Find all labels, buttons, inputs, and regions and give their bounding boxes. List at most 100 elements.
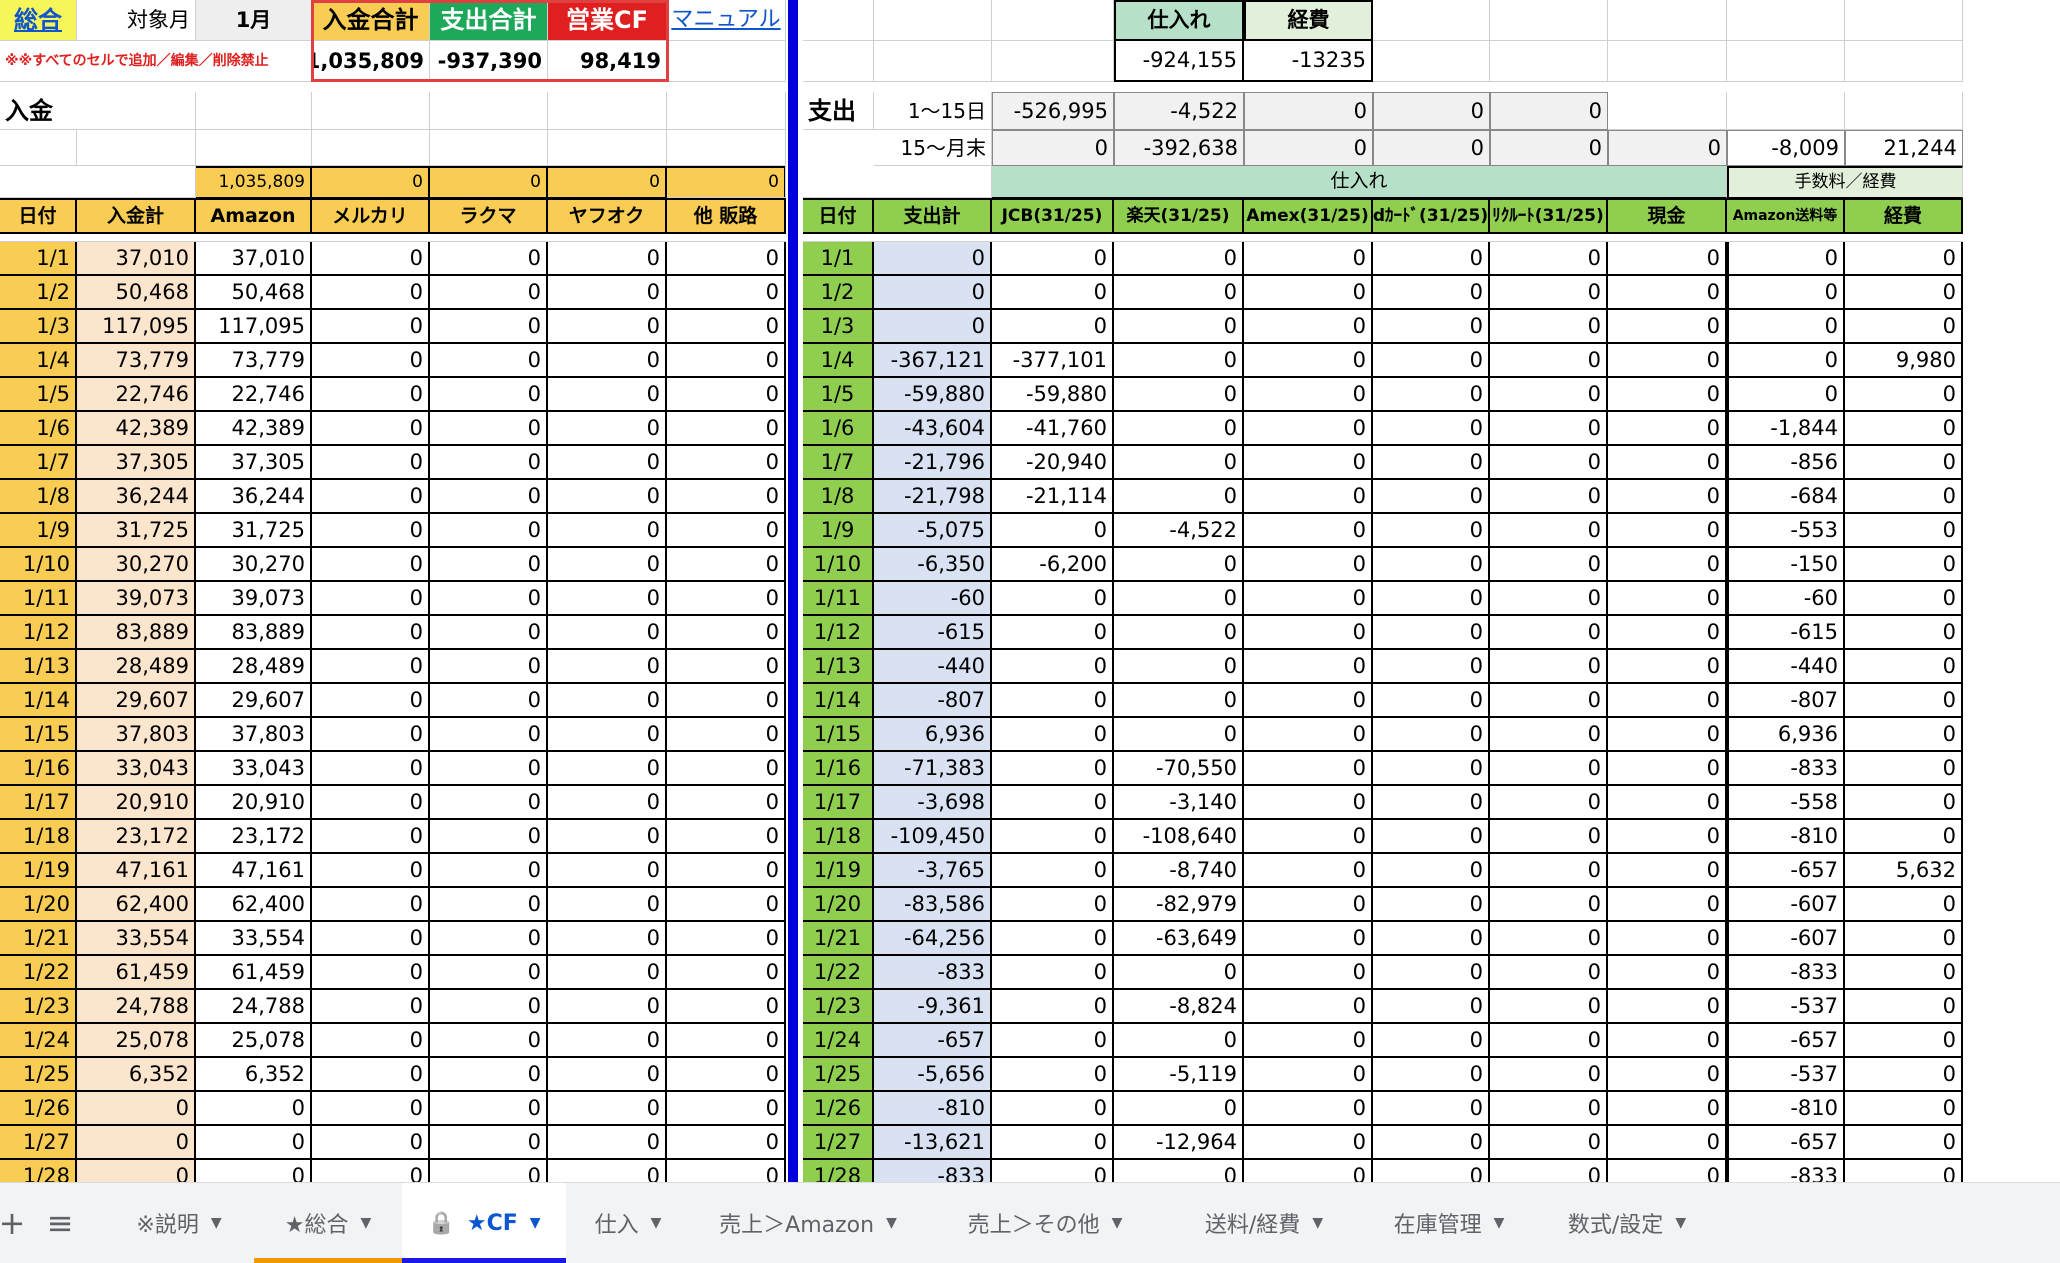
empty-cell[interactable] [667,130,786,166]
expense-cell[interactable]: 0 [1244,956,1373,990]
expense-cell[interactable]: 0 [1490,820,1608,854]
triangle-down-icon[interactable]: ▼ [1675,1215,1686,1231]
income-cell[interactable]: 73,779 [196,344,312,378]
expense-cell[interactable]: 0 [1490,1058,1608,1092]
expense-cell[interactable]: 0 [1114,344,1244,378]
date-cell[interactable]: 1/22 [803,956,874,990]
date-cell[interactable]: 1/15 [803,718,874,752]
income-cell[interactable]: 0 [430,786,548,820]
income-cell[interactable]: 0 [430,888,548,922]
expense-cell[interactable]: 0 [1490,514,1608,548]
empty-cell[interactable] [196,92,312,130]
month-value[interactable]: 1月 [196,0,312,41]
income-cell[interactable]: 23,172 [196,820,312,854]
income-cell[interactable]: 0 [430,684,548,718]
empty-cell[interactable] [0,166,196,198]
expense-cell[interactable]: 0 [1727,242,1845,276]
income-cell[interactable]: 29,607 [196,684,312,718]
period2-cell[interactable]: 21,244 [1845,130,1963,166]
income-cell[interactable]: 0 [667,310,786,344]
expense-cell[interactable]: 0 [992,276,1114,310]
expense-cell[interactable]: -607 [1727,922,1845,956]
expense-cell[interactable]: 0 [1373,310,1490,344]
date-cell[interactable]: 1/10 [803,548,874,582]
expense-cell[interactable]: -43,604 [874,412,992,446]
income-cell[interactable]: 0 [667,752,786,786]
expense-cell[interactable]: 0 [874,242,992,276]
expense-cell[interactable]: 0 [1244,1058,1373,1092]
expense-cell[interactable]: -63,649 [1114,922,1244,956]
date-cell[interactable]: 1/4 [803,344,874,378]
income-cell[interactable]: 0 [77,1092,196,1126]
expense-cell[interactable]: -440 [1727,650,1845,684]
expense-cell[interactable]: 0 [1114,310,1244,344]
income-cell[interactable]: 37,305 [196,446,312,480]
expense-cell[interactable]: 0 [1114,616,1244,650]
income-cell[interactable]: 0 [667,480,786,514]
income-cell[interactable]: 39,073 [77,582,196,616]
income-cell[interactable]: 0 [548,752,667,786]
income-cell[interactable]: 47,161 [196,854,312,888]
expense-cell[interactable]: 0 [1490,786,1608,820]
date-cell[interactable]: 1/13 [0,650,77,684]
expense-cell[interactable]: 0 [1608,582,1727,616]
empty-cell[interactable] [196,130,312,166]
income-cell[interactable]: 0 [667,582,786,616]
empty-cell[interactable] [430,92,548,130]
income-cell[interactable]: 0 [548,378,667,412]
empty-cell[interactable] [1608,41,1727,82]
income-cell[interactable]: 0 [548,412,667,446]
triangle-down-icon[interactable]: ▼ [211,1215,222,1231]
expense-cell[interactable]: 0 [1727,276,1845,310]
expense-cell[interactable]: 0 [1490,854,1608,888]
date-cell[interactable]: 1/11 [0,582,77,616]
date-cell[interactable]: 1/5 [0,378,77,412]
expense-cell[interactable]: 0 [1373,922,1490,956]
expense-cell[interactable]: 0 [1114,242,1244,276]
income-cell[interactable]: 0 [667,378,786,412]
expense-cell[interactable]: 0 [1244,684,1373,718]
expense-cell[interactable]: 0 [1373,344,1490,378]
income-cell[interactable]: 0 [430,650,548,684]
income-cell[interactable]: 30,270 [196,548,312,582]
income-cell[interactable]: 33,554 [196,922,312,956]
empty-cell[interactable] [803,166,992,198]
expense-cell[interactable]: -657 [1727,854,1845,888]
income-cell[interactable]: 0 [548,514,667,548]
expense-cell[interactable]: -3,698 [874,786,992,820]
date-cell[interactable]: 1/3 [0,310,77,344]
income-cell[interactable]: 0 [667,344,786,378]
income-cell[interactable]: 6,352 [196,1058,312,1092]
period1-cell[interactable] [1727,92,1845,130]
expense-cell[interactable]: 0 [1845,1160,1963,1182]
period2-cell[interactable]: -392,638 [1114,130,1244,166]
date-cell[interactable]: 1/27 [0,1126,77,1160]
expense-cell[interactable]: 0 [992,1024,1114,1058]
expense-cell[interactable]: 0 [1114,1160,1244,1182]
expense-cell[interactable]: 0 [992,514,1114,548]
period2-cell[interactable]: 0 [1244,130,1373,166]
expense-cell[interactable]: 0 [1845,718,1963,752]
expense-cell[interactable]: -59,880 [874,378,992,412]
expense-cell[interactable]: 0 [1490,752,1608,786]
income-cell[interactable]: 29,607 [77,684,196,718]
income-cell[interactable]: 28,489 [196,650,312,684]
income-cell[interactable]: 0 [430,1058,548,1092]
income-cell[interactable]: 0 [312,344,430,378]
date-cell[interactable]: 1/21 [803,922,874,956]
expense-cell[interactable]: 0 [1490,718,1608,752]
income-summary-cell[interactable]: 1,035,809 [196,166,312,198]
date-cell[interactable]: 1/1 [803,242,874,276]
income-cell[interactable]: 0 [667,412,786,446]
expense-cell[interactable]: 0 [992,616,1114,650]
income-cell[interactable]: 0 [312,446,430,480]
hamburger-icon[interactable]: ≡ [38,1183,82,1263]
date-cell[interactable]: 1/9 [0,514,77,548]
income-cell[interactable]: 0 [667,1024,786,1058]
income-cell[interactable]: 28,489 [77,650,196,684]
expense-cell[interactable]: 0 [1845,242,1963,276]
income-cell[interactable]: 0 [548,242,667,276]
expense-cell[interactable]: 0 [992,310,1114,344]
expense-cell[interactable]: 0 [1373,616,1490,650]
expense-cell[interactable]: 6,936 [1727,718,1845,752]
